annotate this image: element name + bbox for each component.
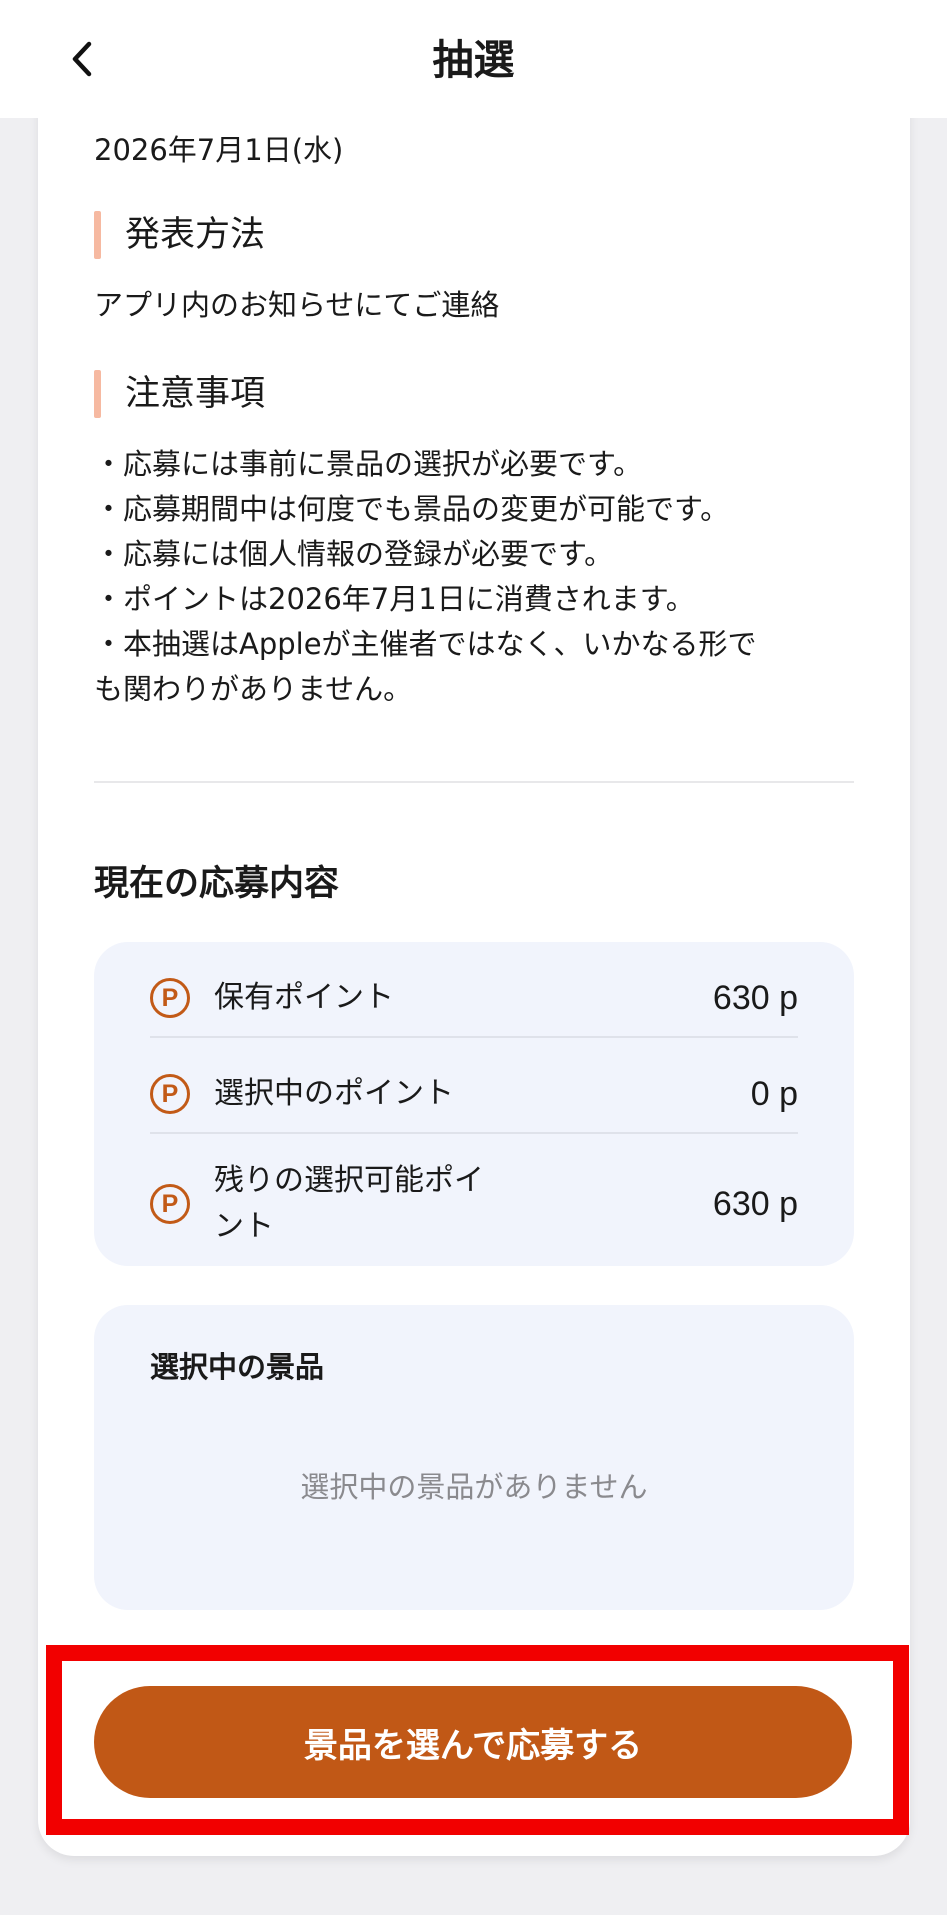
points-row-value: 630 p [712,1185,798,1223]
points-row-label: 残りの選択可能ポイ ント [214,1158,484,1250]
points-row-value: 630 p [712,979,798,1017]
points-row-remaining: P 残りの選択可能ポイ ント 630 p [150,1158,798,1250]
row-divider [150,1132,798,1134]
page-title: 抽選 [432,36,515,84]
lottery-detail-card: 2026年7月1日(水) 発表方法 アプリ内のお知らせにてご連絡 注意事項 ・応… [38,100,910,1856]
note-item: ・応募には事前に景品の選択が必要です。 [94,447,643,481]
lottery-date: 2026年7月1日(水) [94,133,344,167]
section-accent-bar [94,211,101,259]
notes-list: ・応募には事前に景品の選択が必要です。 ・応募期間中は何度でも景品の変更が可能で… [94,442,874,712]
points-row-label: 保有ポイント [214,980,394,1015]
highlight-box [46,1645,909,1835]
note-item: ・応募期間中は何度でも景品の変更が可能です。 [94,492,730,526]
current-entry-title: 現在の応募内容 [94,864,340,904]
selected-prize-empty-text: 選択中の景品がありません [300,1470,648,1504]
points-row-value: 0 p [750,1075,798,1113]
announcement-heading-label: 発表方法 [125,215,266,255]
row-divider [150,1036,798,1038]
points-summary: P 保有ポイント 630 p P 選択中のポイント 0 p P 残りの選択可能ポ… [94,942,854,1266]
announcement-heading: 発表方法 [94,211,265,259]
point-icon: P [150,978,190,1018]
points-row-held: P 保有ポイント 630 p [150,975,798,1021]
selected-prize-panel: 選択中の景品 選択中の景品がありません [94,1305,854,1610]
note-item: も関わりがありません。 [94,672,413,706]
points-row-label-line2: ント [214,1209,274,1244]
point-icon: P [150,1184,190,1224]
section-accent-bar [94,370,101,418]
points-row-selected: P 選択中のポイント 0 p [150,1071,798,1117]
selected-prize-title: 選択中の景品 [150,1350,325,1384]
point-icon: P [150,1074,190,1114]
divider [94,781,854,783]
announcement-text: アプリ内のお知らせにてご連絡 [94,288,500,322]
notes-heading-label: 注意事項 [125,374,266,414]
notes-heading: 注意事項 [94,370,265,418]
points-row-label: 選択中のポイント [214,1076,454,1111]
note-item: ・本抽選はAppleが主催者ではなく、いかなる形で [94,627,757,661]
app-header: 抽選 [0,0,947,118]
note-item: ・ポイントは2026年7月1日に消費されます。 [94,582,695,616]
points-row-label-line1: 残りの選択可能ポイ [214,1163,484,1198]
note-item: ・応募には個人情報の登録が必要です。 [94,537,614,571]
